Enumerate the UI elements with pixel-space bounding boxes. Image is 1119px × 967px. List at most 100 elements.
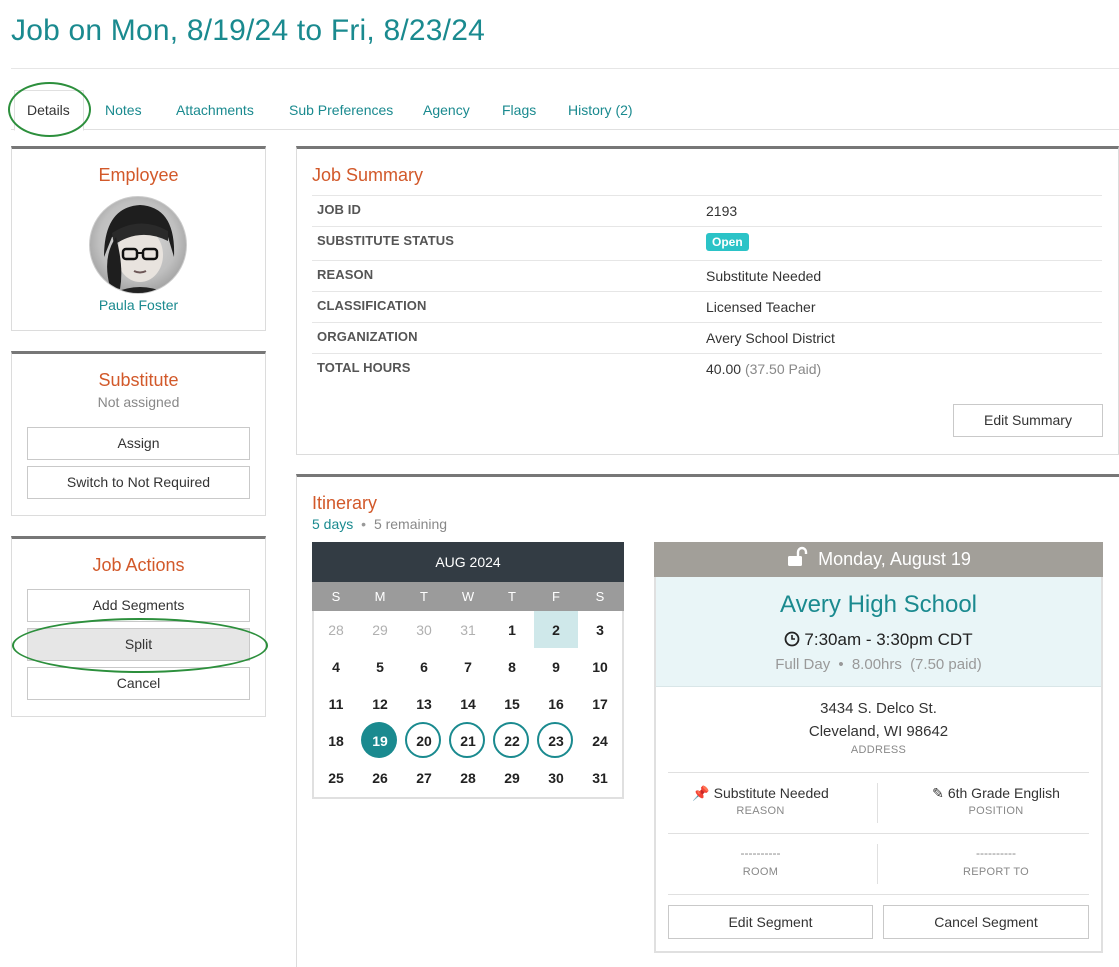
summary-label: SUBSTITUTE STATUS xyxy=(317,233,454,248)
calendar-day[interactable]: 3 xyxy=(578,622,622,638)
edit-summary-button[interactable]: Edit Summary xyxy=(953,404,1103,437)
calendar-day[interactable]: 1 xyxy=(490,622,534,638)
calendar-day[interactable]: 31 xyxy=(578,770,622,786)
tab-attachments[interactable]: Attachments xyxy=(176,102,254,118)
calendar-day[interactable]: 30 xyxy=(534,770,578,786)
calendar-day[interactable]: 23 xyxy=(534,733,578,749)
job-summary-title: Job Summary xyxy=(312,165,424,185)
calendar-day[interactable]: 25 xyxy=(314,770,358,786)
calendar-day[interactable]: 8 xyxy=(490,659,534,675)
cancel-segment-button[interactable]: Cancel Segment xyxy=(883,905,1089,939)
reason-row: 📌 Substitute Needed xyxy=(668,785,853,802)
calendar-day[interactable]: 17 xyxy=(578,696,622,712)
divider xyxy=(668,772,1089,773)
summary-value: Licensed Teacher xyxy=(706,299,816,315)
calendar-day[interactable]: 20 xyxy=(402,733,446,749)
summary-row: REASON Substitute Needed xyxy=(312,260,1102,291)
divider xyxy=(668,833,1089,834)
position-value: 6th Grade English xyxy=(947,785,1060,801)
calendar-day[interactable]: 15 xyxy=(490,696,534,712)
calendar-day[interactable]: 4 xyxy=(314,659,358,675)
itinerary-title: Itinerary xyxy=(312,493,378,513)
summary-row: SUBSTITUTE STATUS Open xyxy=(312,226,1102,260)
calendar-day[interactable]: 24 xyxy=(578,733,622,749)
paid-hours: (37.50 Paid) xyxy=(744,361,822,377)
report-to-label: REPORT TO xyxy=(962,866,1030,878)
weekday-label: S xyxy=(331,589,341,604)
calendar-day[interactable]: 16 xyxy=(534,696,578,712)
pencil-icon: ✎ xyxy=(932,785,944,801)
calendar-day[interactable]: 12 xyxy=(358,696,402,712)
calendar-day[interactable]: 14 xyxy=(446,696,490,712)
summary-label: REASON xyxy=(317,267,374,282)
address-line-1: 3434 S. Delco St. xyxy=(820,700,937,717)
calendar-day[interactable]: 5 xyxy=(358,659,402,675)
avatar xyxy=(89,196,187,294)
segment-header: Monday, August 19 xyxy=(654,542,1103,577)
calendar-day[interactable]: 21 xyxy=(446,733,490,749)
segment-date: Monday, August 19 xyxy=(818,549,971,569)
calendar-day[interactable]: 22 xyxy=(490,733,534,749)
address-line-2: Cleveland, WI 98642 xyxy=(808,723,949,740)
switch-not-required-button[interactable]: Switch to Not Required xyxy=(27,466,250,499)
employee-name-link[interactable]: Paula Foster xyxy=(11,297,266,313)
summary-value: 2193 xyxy=(706,203,738,219)
tab-notes[interactable]: Notes xyxy=(105,102,142,118)
weekday-label: M xyxy=(374,589,386,604)
itinerary-days: 5 days xyxy=(312,516,354,532)
calendar-day[interactable]: 13 xyxy=(402,696,446,712)
calendar-day[interactable]: 7 xyxy=(446,659,490,675)
summary-label: CLASSIFICATION xyxy=(317,298,427,313)
calendar-day[interactable]: 29 xyxy=(358,622,402,638)
calendar-day[interactable]: 27 xyxy=(402,770,446,786)
assign-button[interactable]: Assign xyxy=(27,427,250,460)
calendar-day[interactable]: 6 xyxy=(402,659,446,675)
position-label: POSITION xyxy=(968,805,1024,817)
clock-icon xyxy=(785,631,800,647)
avatar-image xyxy=(104,205,175,293)
tab-history[interactable]: History (2) xyxy=(568,102,633,118)
divider xyxy=(877,783,878,823)
divider xyxy=(668,894,1089,895)
calendar-month-label: AUG 2024 xyxy=(312,542,624,582)
report-to-value: ---------- xyxy=(976,846,1016,860)
weekday-label: F xyxy=(552,589,560,604)
segment-hours-row: Full Day • 8.00hrs (7.50 paid) xyxy=(656,656,1101,673)
calendar-day[interactable]: 31 xyxy=(446,622,490,638)
calendar-day[interactable]: 10 xyxy=(578,659,622,675)
tab-flags[interactable]: Flags xyxy=(502,102,536,118)
calendar-day[interactable]: 18 xyxy=(314,733,358,749)
tab-sub-preferences[interactable]: Sub Preferences xyxy=(289,102,393,118)
summary-value: 40.00 (37.50 Paid) xyxy=(706,361,821,377)
segment-hours: 8.00hrs xyxy=(851,656,902,673)
tab-agency[interactable]: Agency xyxy=(423,102,470,118)
calendar-day[interactable]: 11 xyxy=(314,696,358,712)
divider xyxy=(877,844,878,884)
room-value: ---------- xyxy=(740,846,781,860)
organization-link[interactable]: Avery School District xyxy=(706,330,835,346)
calendar-day[interactable]: 2 xyxy=(534,622,578,638)
reason-value: Substitute Needed xyxy=(713,785,829,801)
calendar-day[interactable]: 26 xyxy=(358,770,402,786)
page-title: Job on Mon, 8/19/24 to Fri, 8/23/24 xyxy=(11,14,485,47)
school-name: Avery High School xyxy=(780,591,977,618)
total-hours: 40.00 xyxy=(706,361,742,377)
unlock-icon xyxy=(788,546,808,566)
calendar-day[interactable]: 28 xyxy=(314,622,358,638)
edit-segment-button[interactable]: Edit Segment xyxy=(668,905,873,939)
segment-paid: (7.50 paid) xyxy=(910,656,982,673)
calendar-day[interactable]: 28 xyxy=(446,770,490,786)
job-actions-title: Job Actions xyxy=(92,555,185,575)
position-row: ✎ 6th Grade English xyxy=(900,785,1092,802)
calendar-day[interactable]: 30 xyxy=(402,622,446,638)
day-type: Full Day xyxy=(775,656,831,673)
weekday-label: T xyxy=(508,589,516,604)
calendar-day-selected[interactable]: 19 xyxy=(358,733,402,749)
summary-label: JOB ID xyxy=(317,202,361,217)
substitute-status: Not assigned xyxy=(97,394,180,410)
highlight-circle xyxy=(8,82,91,137)
calendar-day[interactable]: 9 xyxy=(534,659,578,675)
calendar-day[interactable]: 29 xyxy=(490,770,534,786)
address-label: ADDRESS xyxy=(850,744,907,756)
summary-label: ORGANIZATION xyxy=(317,329,418,344)
